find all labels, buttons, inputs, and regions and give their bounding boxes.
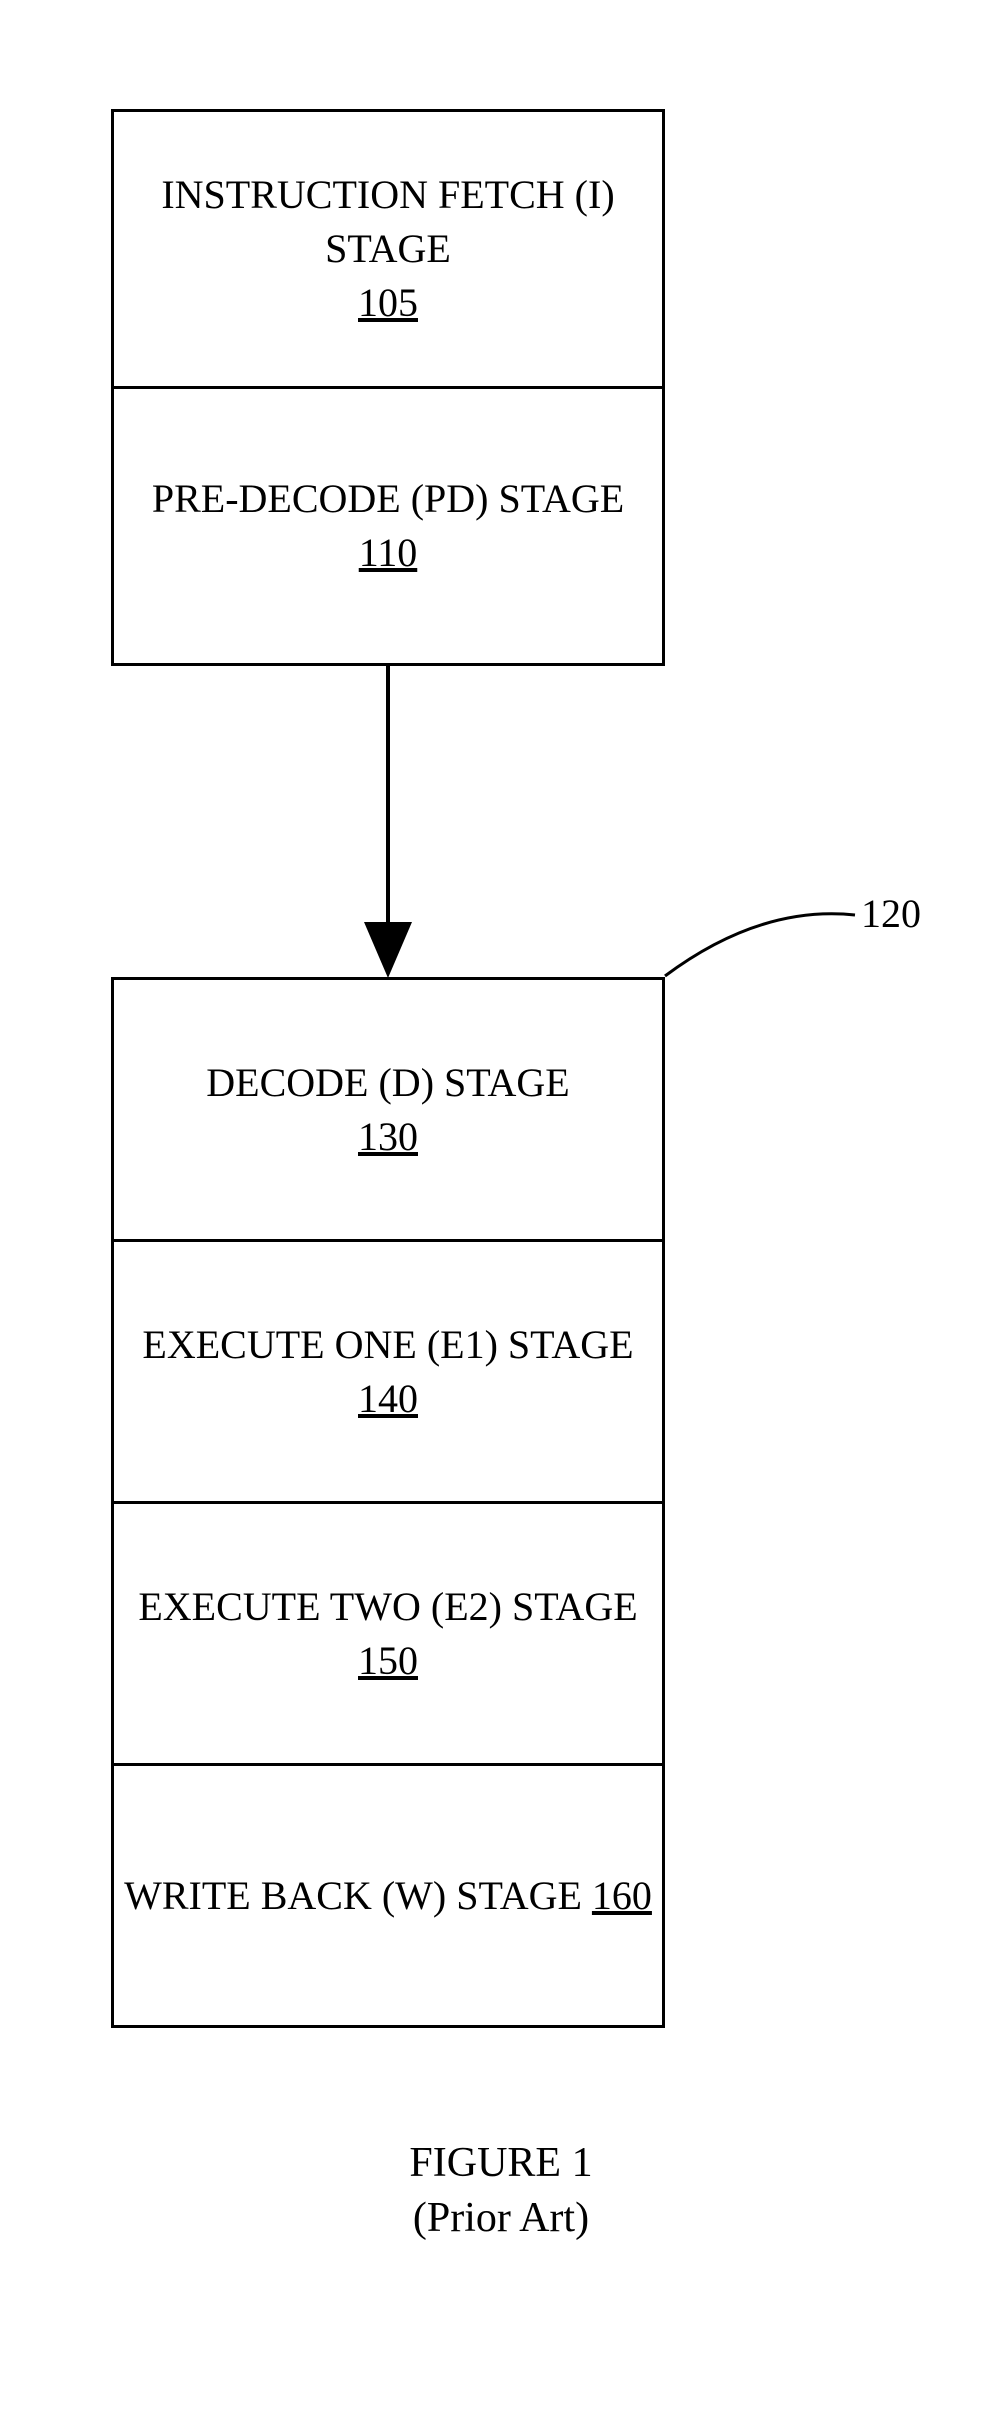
stage-title: EXECUTE ONE (E1) STAGE	[142, 1318, 633, 1372]
figure-note: (Prior Art)	[0, 2191, 1002, 2246]
stage-execute-one: EXECUTE ONE (E1) STAGE 140	[111, 1239, 665, 1504]
figure-number: FIGURE 1	[0, 2136, 1002, 2191]
stage-instruction-fetch: INSTRUCTION FETCH (I) STAGE 105	[111, 109, 665, 389]
stage-refnum: 105	[358, 276, 418, 330]
stage-wb-text: WRITE BACK (W) STAGE	[124, 1873, 592, 1918]
stage-title: DECODE (D) STAGE	[206, 1056, 569, 1110]
stage-title: WRITE BACK (W) STAGE 160	[124, 1869, 652, 1923]
page: INSTRUCTION FETCH (I) STAGE 105 PRE-DECO…	[0, 0, 1002, 2429]
stage-title: EXECUTE TWO (E2) STAGE	[138, 1580, 637, 1634]
stage-execute-two: EXECUTE TWO (E2) STAGE 150	[111, 1501, 665, 1766]
stage-refnum: 150	[358, 1634, 418, 1688]
stage-refnum: 110	[359, 526, 418, 580]
stage-pre-decode: PRE-DECODE (PD) STAGE 110	[111, 386, 665, 666]
stage-refnum: 140	[358, 1372, 418, 1426]
stage-title: PRE-DECODE (PD) STAGE	[152, 472, 624, 526]
leader-line	[665, 914, 855, 976]
stage-decode: DECODE (D) STAGE 130	[111, 977, 665, 1242]
stage-refnum: 160	[592, 1873, 652, 1918]
group-label-120: 120	[861, 890, 921, 937]
stage-refnum: 130	[358, 1110, 418, 1164]
stage-title: INSTRUCTION FETCH (I) STAGE	[114, 168, 662, 276]
stage-write-back: WRITE BACK (W) STAGE 160	[111, 1763, 665, 2028]
figure-caption: FIGURE 1 (Prior Art)	[0, 2136, 1002, 2245]
